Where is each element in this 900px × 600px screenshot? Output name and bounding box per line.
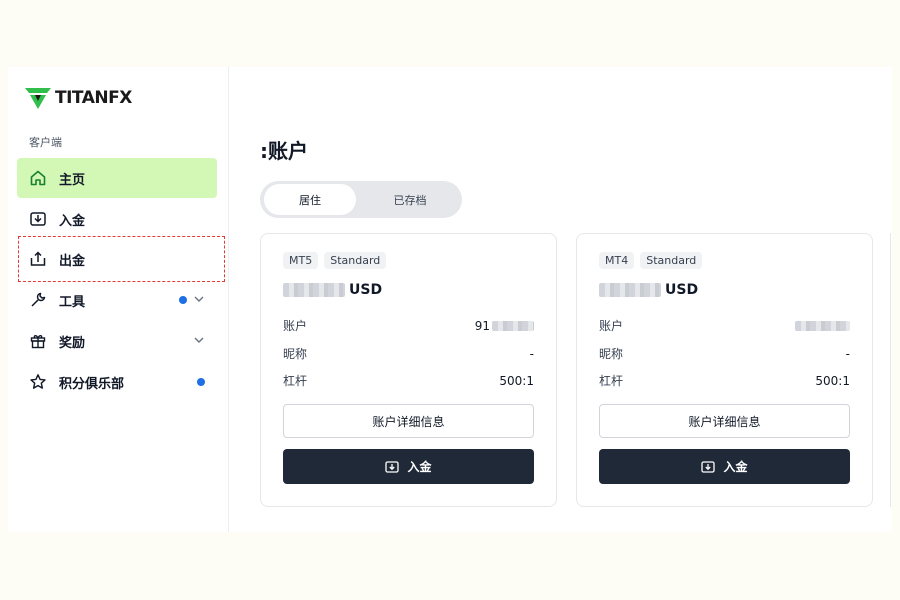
deposit-button[interactable]: 入金: [599, 449, 850, 484]
sidebar-item-label: 出金: [59, 253, 86, 269]
row-label: 杠杆: [283, 374, 308, 388]
titanfx-logo[interactable]: TITANFX: [25, 85, 132, 111]
account-balance: USD: [283, 282, 382, 298]
redacted-account-number: [795, 320, 850, 331]
deposit-button[interactable]: 入金: [283, 449, 534, 484]
withdraw-icon: [29, 250, 47, 268]
notification-dot: [197, 378, 205, 386]
sidebar-item-home[interactable]: 主页: [17, 158, 217, 198]
row-value: 500:1: [815, 373, 850, 388]
deposit-button-label: 入金: [407, 460, 432, 474]
sidebar-section-label: 客户端: [29, 136, 62, 149]
deposit-button-label: 入金: [723, 460, 748, 474]
notification-dot: [179, 296, 187, 304]
sidebar-item-tools[interactable]: 工具: [17, 280, 217, 320]
chevron-down-icon[interactable]: [193, 334, 205, 346]
row-label: 账户: [283, 319, 308, 333]
account-type-badge: Standard: [324, 252, 387, 269]
wrench-icon: [29, 291, 47, 309]
info-row-nickname: 昵称 -: [599, 345, 850, 362]
account-status-tabs: 居住 已存档: [260, 181, 462, 218]
deposit-icon: [29, 210, 47, 228]
info-row-leverage: 杠杆 500:1: [283, 372, 534, 389]
next-account-card-edge: [890, 233, 892, 507]
sidebar-item-points-club[interactable]: 积分俱乐部: [17, 362, 217, 402]
gift-icon: [29, 332, 47, 350]
account-card: MT5 Standard USD 账户 91 昵称 - 杠杆 500:1 账户详…: [260, 233, 557, 507]
info-row-leverage: 杠杆 500:1: [599, 372, 850, 389]
sidebar-item-label: 工具: [59, 294, 86, 310]
sidebar-item-withdraw[interactable]: 出金: [17, 239, 217, 279]
platform-badge: MT5: [283, 252, 319, 269]
row-label: 昵称: [283, 347, 308, 361]
info-row-account: 账户 91: [283, 317, 534, 334]
currency-label: USD: [665, 282, 699, 298]
sidebar-item-label: 奖励: [59, 335, 86, 351]
redacted-account-number: [492, 320, 534, 331]
deposit-icon: [385, 460, 400, 473]
row-value: -: [845, 346, 850, 361]
tab-live[interactable]: 居住: [264, 184, 356, 215]
main-content: :账户 居住 已存档 MT5 Standard USD 账户 91 昵称 - 杠…: [230, 67, 892, 532]
row-value: -: [529, 346, 534, 361]
sidebar: TITANFX 客户端 主页 入金 出金 工具 奖励 积分俱乐部: [8, 67, 229, 532]
row-label: 杠杆: [599, 374, 624, 388]
app-window: TITANFX 客户端 主页 入金 出金 工具 奖励 积分俱乐部:账户 居住 …: [8, 67, 892, 532]
info-row-nickname: 昵称 -: [283, 345, 534, 362]
titanfx-logo-icon: [25, 88, 51, 109]
deposit-icon: [701, 460, 716, 473]
currency-label: USD: [349, 282, 383, 298]
redacted-balance: [283, 283, 345, 297]
star-icon: [29, 373, 47, 391]
chevron-down-icon[interactable]: [193, 293, 205, 305]
account-tags: MT4 Standard: [599, 252, 703, 269]
row-label: 账户: [599, 319, 624, 333]
page-title: :账户: [260, 139, 308, 163]
logo-wordmark: TITANFX: [55, 88, 132, 108]
account-details-button[interactable]: 账户详细信息: [599, 404, 850, 438]
sidebar-item-label: 主页: [59, 172, 86, 188]
info-row-account: 账户: [599, 317, 850, 334]
redacted-balance: [599, 283, 661, 297]
row-value: 91: [475, 317, 534, 334]
account-balance: USD: [599, 282, 698, 298]
tab-archived[interactable]: 已存档: [364, 184, 456, 215]
row-value: [795, 317, 850, 334]
sidebar-item-deposit[interactable]: 入金: [17, 199, 217, 239]
sidebar-item-label: 入金: [59, 213, 86, 229]
account-card: MT4 Standard USD 账户 昵称 - 杠杆 500:1 账户详细信息: [576, 233, 873, 507]
home-icon: [29, 169, 47, 187]
account-details-button[interactable]: 账户详细信息: [283, 404, 534, 438]
row-value: 500:1: [499, 373, 534, 388]
row-label: 昵称: [599, 347, 624, 361]
sidebar-item-label: 积分俱乐部: [59, 376, 125, 392]
account-tags: MT5 Standard: [283, 252, 387, 269]
platform-badge: MT4: [599, 252, 635, 269]
account-type-badge: Standard: [640, 252, 703, 269]
sidebar-item-rewards[interactable]: 奖励: [17, 321, 217, 361]
